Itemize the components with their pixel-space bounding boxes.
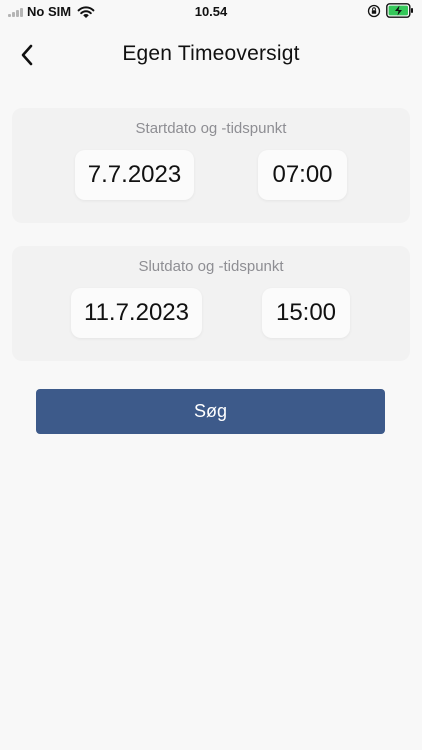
- end-datetime-label: Slutdato og -tidspunkt: [138, 258, 284, 275]
- start-datetime-card: Startdato og -tidspunkt 7.7.2023 07:00: [12, 108, 410, 223]
- status-time: 10.54: [194, 4, 228, 19]
- status-right: [367, 3, 414, 18]
- search-button[interactable]: Søg: [36, 389, 385, 434]
- status-bar: No SIM 10.54: [0, 0, 422, 24]
- battery-charging-icon: [386, 3, 413, 18]
- start-datetime-label: Startdato og -tidspunkt: [135, 120, 287, 137]
- start-date-picker[interactable]: 7.7.2023: [75, 150, 194, 200]
- end-date-picker[interactable]: 11.7.2023: [71, 288, 202, 338]
- end-datetime-card: Slutdato og -tidspunkt 11.7.2023 15:00: [12, 246, 410, 361]
- rotation-lock-icon: [367, 4, 381, 17]
- start-time-picker[interactable]: 07:00: [258, 150, 347, 200]
- page-title: Egen Timeoversigt: [122, 42, 300, 65]
- navigation-bar: Egen Timeoversigt: [0, 30, 422, 80]
- end-time-picker[interactable]: 15:00: [262, 288, 350, 338]
